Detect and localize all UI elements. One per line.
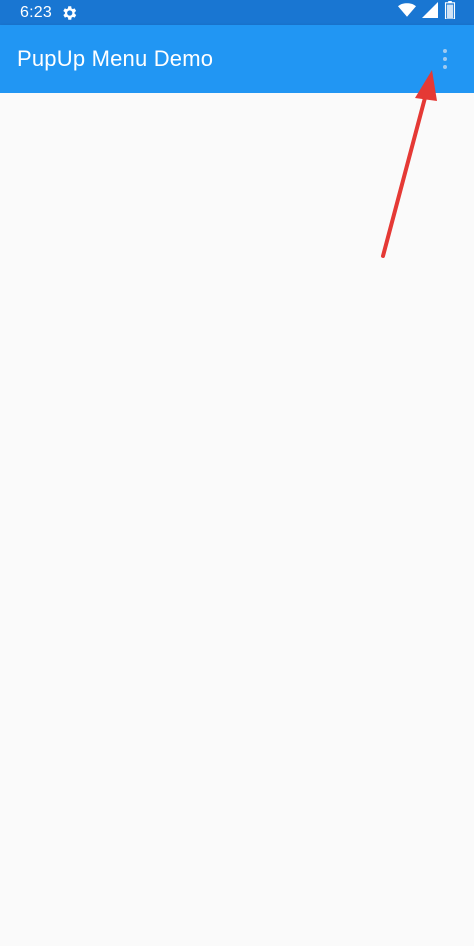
- signal-icon: [422, 2, 438, 23]
- status-icons: [398, 1, 456, 24]
- status-bar: 6:23: [0, 0, 474, 25]
- more-vert-icon-dot: [443, 65, 447, 69]
- app-title: PupUp Menu Demo: [17, 46, 214, 71]
- page-body: [0, 93, 474, 946]
- gear-icon: [60, 4, 78, 22]
- app-bar: PupUp Menu Demo: [0, 25, 474, 93]
- wifi-icon: [398, 2, 416, 23]
- more-vert-icon-dot: [443, 57, 447, 61]
- more-vert-button[interactable]: [432, 39, 458, 79]
- status-time: 6:23: [20, 3, 52, 21]
- more-vert-icon: [443, 49, 447, 53]
- battery-icon: [444, 1, 456, 24]
